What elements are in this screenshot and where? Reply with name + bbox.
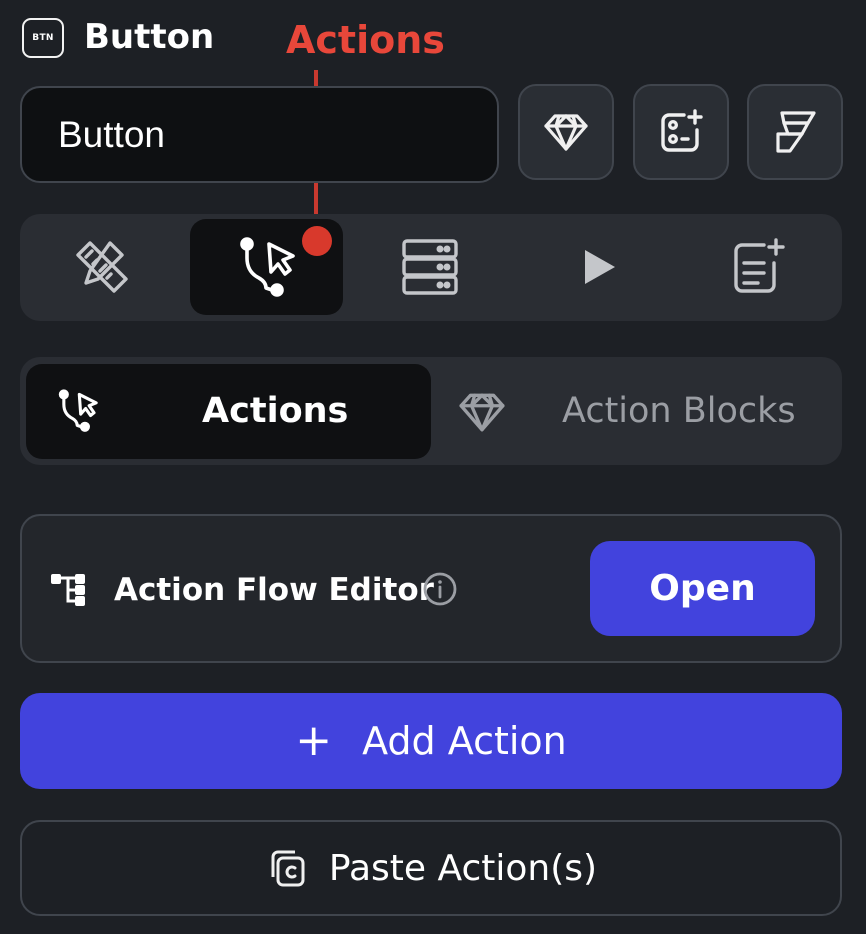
flutterflow-logo-icon xyxy=(770,107,820,157)
open-button-label: Open xyxy=(649,568,756,609)
tab-backend-query[interactable] xyxy=(380,219,480,315)
actions-icon xyxy=(54,386,106,438)
add-document-icon xyxy=(730,237,790,297)
actions-icon xyxy=(233,232,307,306)
widget-title: Button xyxy=(84,17,215,57)
plus-icon: + xyxy=(295,715,333,766)
diamond-icon xyxy=(543,109,589,155)
diamond-button[interactable] xyxy=(518,84,614,180)
tab-preview[interactable] xyxy=(550,219,650,315)
flow-tree-icon-wrap xyxy=(48,570,88,610)
widget-name-input[interactable] xyxy=(20,86,499,183)
info-icon xyxy=(422,571,458,607)
paste-action-button[interactable]: Paste Action(s) xyxy=(20,820,842,916)
add-action-button[interactable]: + Add Action xyxy=(20,693,842,789)
segment-action-blocks-icon-wrap xyxy=(456,386,508,438)
flow-tree-icon xyxy=(49,572,87,608)
add-component-button[interactable] xyxy=(633,84,729,180)
widget-type-badge: BTN xyxy=(22,18,64,58)
play-icon xyxy=(582,247,618,287)
action-flow-editor-title: Action Flow Editor xyxy=(114,572,434,608)
segment-actions-icon-wrap xyxy=(52,384,108,440)
segment-actions-label: Actions xyxy=(202,391,349,431)
annotation-label: Actions xyxy=(286,18,445,62)
diamond-icon xyxy=(458,388,506,436)
info-button[interactable] xyxy=(421,570,459,608)
paste-action-label: Paste Action(s) xyxy=(328,847,598,889)
open-flow-editor-button[interactable]: Open xyxy=(590,541,815,636)
add-component-icon xyxy=(657,108,705,156)
annotation-pointer-dot xyxy=(302,226,332,256)
badge-text: BTN xyxy=(32,33,54,43)
tab-add-document[interactable] xyxy=(710,219,810,315)
tab-properties[interactable] xyxy=(52,219,152,315)
ruler-pencil-icon xyxy=(70,235,134,299)
add-action-label: Add Action xyxy=(362,719,567,763)
backend-query-icon xyxy=(400,237,460,297)
flutterflow-button[interactable] xyxy=(747,84,843,180)
segment-action-blocks-label: Action Blocks xyxy=(562,391,796,431)
paste-copy-icon xyxy=(265,847,307,889)
